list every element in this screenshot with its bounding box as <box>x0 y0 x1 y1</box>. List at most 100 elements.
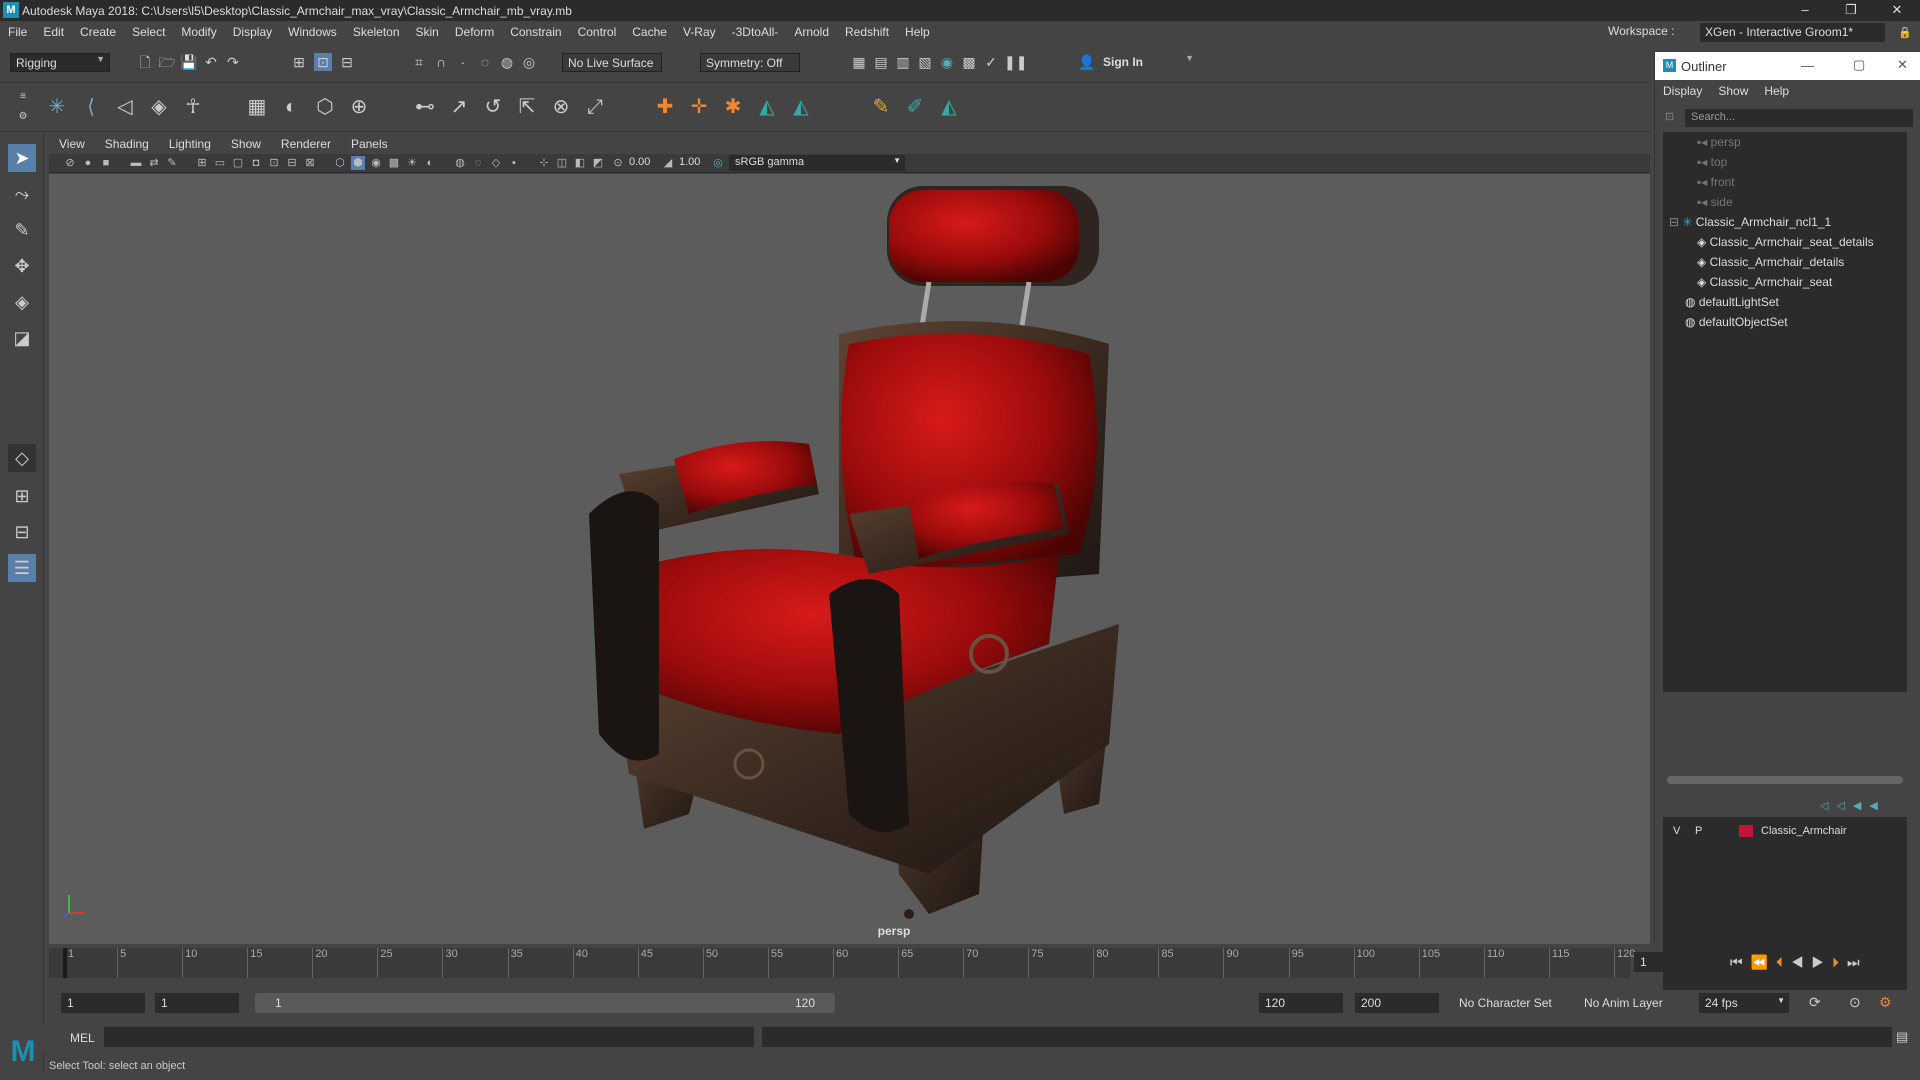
pause-icon[interactable]: ❚❚ <box>1004 53 1027 71</box>
viewport-menu-view[interactable]: View <box>49 137 95 151</box>
outliner-close-icon[interactable]: ✕ <box>1897 57 1908 73</box>
menu-cache[interactable]: Cache <box>624 25 675 39</box>
open-scene-icon[interactable]: 🗁 <box>158 53 176 71</box>
camera-lock-icon[interactable]: ● <box>81 156 95 170</box>
mel-label[interactable]: MEL <box>70 1031 95 1045</box>
locator-icon[interactable]: ✚ <box>652 94 678 120</box>
play-forward-icon[interactable]: ▶ <box>1812 954 1833 970</box>
backface-culling-icon[interactable]: ◩ <box>591 156 605 170</box>
snap-curve-icon[interactable]: ∩ <box>432 53 450 71</box>
outliner-layout-icon[interactable]: ☰ <box>8 554 36 582</box>
menu-file[interactable]: File <box>0 25 35 39</box>
current-time-indicator[interactable] <box>63 948 67 978</box>
depth-of-field-icon[interactable]: ▪ <box>507 156 521 170</box>
scale-constraint-icon[interactable]: ⇱ <box>514 94 540 120</box>
save-scene-icon[interactable]: 💾 <box>180 53 198 71</box>
mode-select[interactable]: Rigging ▼ <box>10 53 110 72</box>
cluster-icon[interactable]: ◐ <box>278 94 304 120</box>
arnold-render-icon[interactable]: ✓ <box>982 53 1000 71</box>
outliner-item-seat[interactable]: ◈ Classic_Armchair_seat <box>1697 272 1832 292</box>
outliner-item-side[interactable]: ▪◂ side <box>1697 192 1733 212</box>
xray-joints-icon[interactable]: ◧ <box>573 156 587 170</box>
range-slider[interactable]: 1 120 <box>255 993 835 1013</box>
menu-control[interactable]: Control <box>570 25 625 39</box>
outliner-menu-help[interactable]: Help <box>1756 84 1797 98</box>
viewport-menu-show[interactable]: Show <box>221 137 271 151</box>
mirror-weights-icon[interactable]: ✐ <box>902 94 928 120</box>
vray-render-icon[interactable]: ◉ <box>938 53 956 71</box>
symmetry-field[interactable]: Symmetry: Off <box>700 53 800 72</box>
step-forward-key-icon[interactable]: ⏵ <box>1832 954 1847 970</box>
screen-space-ao-icon[interactable]: ◍ <box>453 156 467 170</box>
parent-constraint-icon[interactable]: ⊗ <box>548 94 574 120</box>
animation-end-field[interactable]: 200 <box>1355 993 1439 1013</box>
step-back-icon[interactable]: ⏪ <box>1751 954 1776 970</box>
snap-surface-icon[interactable]: ◍ <box>498 53 516 71</box>
go-to-start-icon[interactable]: ⏮ <box>1730 954 1751 970</box>
render-frame-icon[interactable]: ▤ <box>872 53 890 71</box>
maximize-button[interactable]: ❐ <box>1828 0 1874 21</box>
layer-playback-toggle[interactable]: P <box>1695 821 1702 841</box>
humanik-icon[interactable]: ☥ <box>180 94 206 120</box>
isolate-select-icon[interactable]: ⊹ <box>537 156 551 170</box>
color-management-icon[interactable]: ◎ <box>711 156 725 170</box>
viewport-3d[interactable]: persp <box>49 174 1650 944</box>
layer-visibility-toggle[interactable]: V <box>1673 821 1680 841</box>
safe-action-icon[interactable]: ⊟ <box>285 156 299 170</box>
menu-help[interactable]: Help <box>897 25 938 39</box>
outliner-filter-icon[interactable]: ⊡ <box>1665 110 1681 126</box>
arnold-icon-3[interactable]: ◭ <box>936 94 962 120</box>
wrap-icon[interactable]: ⬡ <box>312 94 338 120</box>
menu-edit[interactable]: Edit <box>35 25 72 39</box>
outliner-horizontal-scrollbar[interactable] <box>1667 776 1903 784</box>
select-hierarchy-icon[interactable]: ⊞ <box>290 53 308 71</box>
snap-grid-icon[interactable]: ⌗ <box>410 53 428 71</box>
lattice-icon[interactable]: ▦ <box>244 94 270 120</box>
select-tool-icon[interactable]: ➤ <box>8 144 36 172</box>
render-settings-icon[interactable]: ▧ <box>916 53 934 71</box>
play-backward-icon[interactable]: ◀ <box>1791 954 1812 970</box>
playback-start-field[interactable]: 1 <box>155 993 239 1013</box>
camera-select-icon[interactable]: ⊘ <box>63 156 77 170</box>
viewport-menu-shading[interactable]: Shading <box>95 137 159 151</box>
menu-skeleton[interactable]: Skeleton <box>345 25 408 39</box>
ik-handle-icon[interactable]: ⟨ <box>78 94 104 120</box>
2d-pan-icon[interactable]: ⇄ <box>147 156 161 170</box>
grid-icon[interactable]: ⊞ <box>195 156 209 170</box>
lock-icon[interactable]: 🔒 <box>1896 24 1914 42</box>
rotate-tool-icon[interactable]: ◈ <box>8 288 36 316</box>
menu-redshift[interactable]: Redshift <box>837 25 897 39</box>
anti-aliasing-icon[interactable]: ◇ <box>489 156 503 170</box>
hypershade-icon[interactable]: ▩ <box>960 53 978 71</box>
exposure-icon[interactable]: ⊙ <box>611 156 625 170</box>
menu-3dtoall[interactable]: -3DtoAll- <box>724 25 787 39</box>
outliner-menu-display[interactable]: Display <box>1655 84 1710 98</box>
color-space-select[interactable]: sRGB gamma ▼ <box>729 155 905 171</box>
move-tool-icon[interactable]: ✥ <box>8 252 36 280</box>
minimize-button[interactable]: – <box>1782 0 1828 21</box>
viewport-menu-panels[interactable]: Panels <box>341 137 398 151</box>
step-back-key-icon[interactable]: ⏴ <box>1776 954 1791 970</box>
character-rig-icon[interactable]: ✱ <box>720 94 746 120</box>
smooth-shade-icon[interactable]: ⬢ <box>351 156 365 170</box>
menu-constrain[interactable]: Constrain <box>502 25 569 39</box>
loop-icon[interactable]: ⟳ <box>1809 994 1821 1011</box>
menu-arnold[interactable]: Arnold <box>786 25 837 39</box>
bind-skin-icon[interactable]: ◈ <box>146 94 172 120</box>
snap-view-icon[interactable]: ◌ <box>476 53 494 71</box>
point-constraint-icon[interactable]: ⊷ <box>412 94 438 120</box>
xray-icon[interactable]: ◫ <box>555 156 569 170</box>
wireframe-on-shaded-icon[interactable]: ◉ <box>369 156 383 170</box>
undo-icon[interactable]: ↶ <box>202 53 220 71</box>
shelf-settings-icon[interactable]: ⚙ <box>14 108 32 126</box>
viewport-menu-lighting[interactable]: Lighting <box>159 137 221 151</box>
new-scene-icon[interactable]: 🗋 <box>136 53 154 71</box>
character-set-select[interactable]: No Character Set <box>1459 996 1552 1010</box>
menu-select[interactable]: Select <box>124 25 173 39</box>
gamma-icon[interactable]: ◢ <box>661 156 675 170</box>
two-view-icon[interactable]: ⊟ <box>8 518 36 546</box>
menu-vray[interactable]: V-Ray <box>675 25 724 39</box>
wireframe-icon[interactable]: ⬡ <box>333 156 347 170</box>
go-to-end-icon[interactable]: ⏭ <box>1847 954 1868 970</box>
command-input[interactable] <box>104 1027 754 1047</box>
